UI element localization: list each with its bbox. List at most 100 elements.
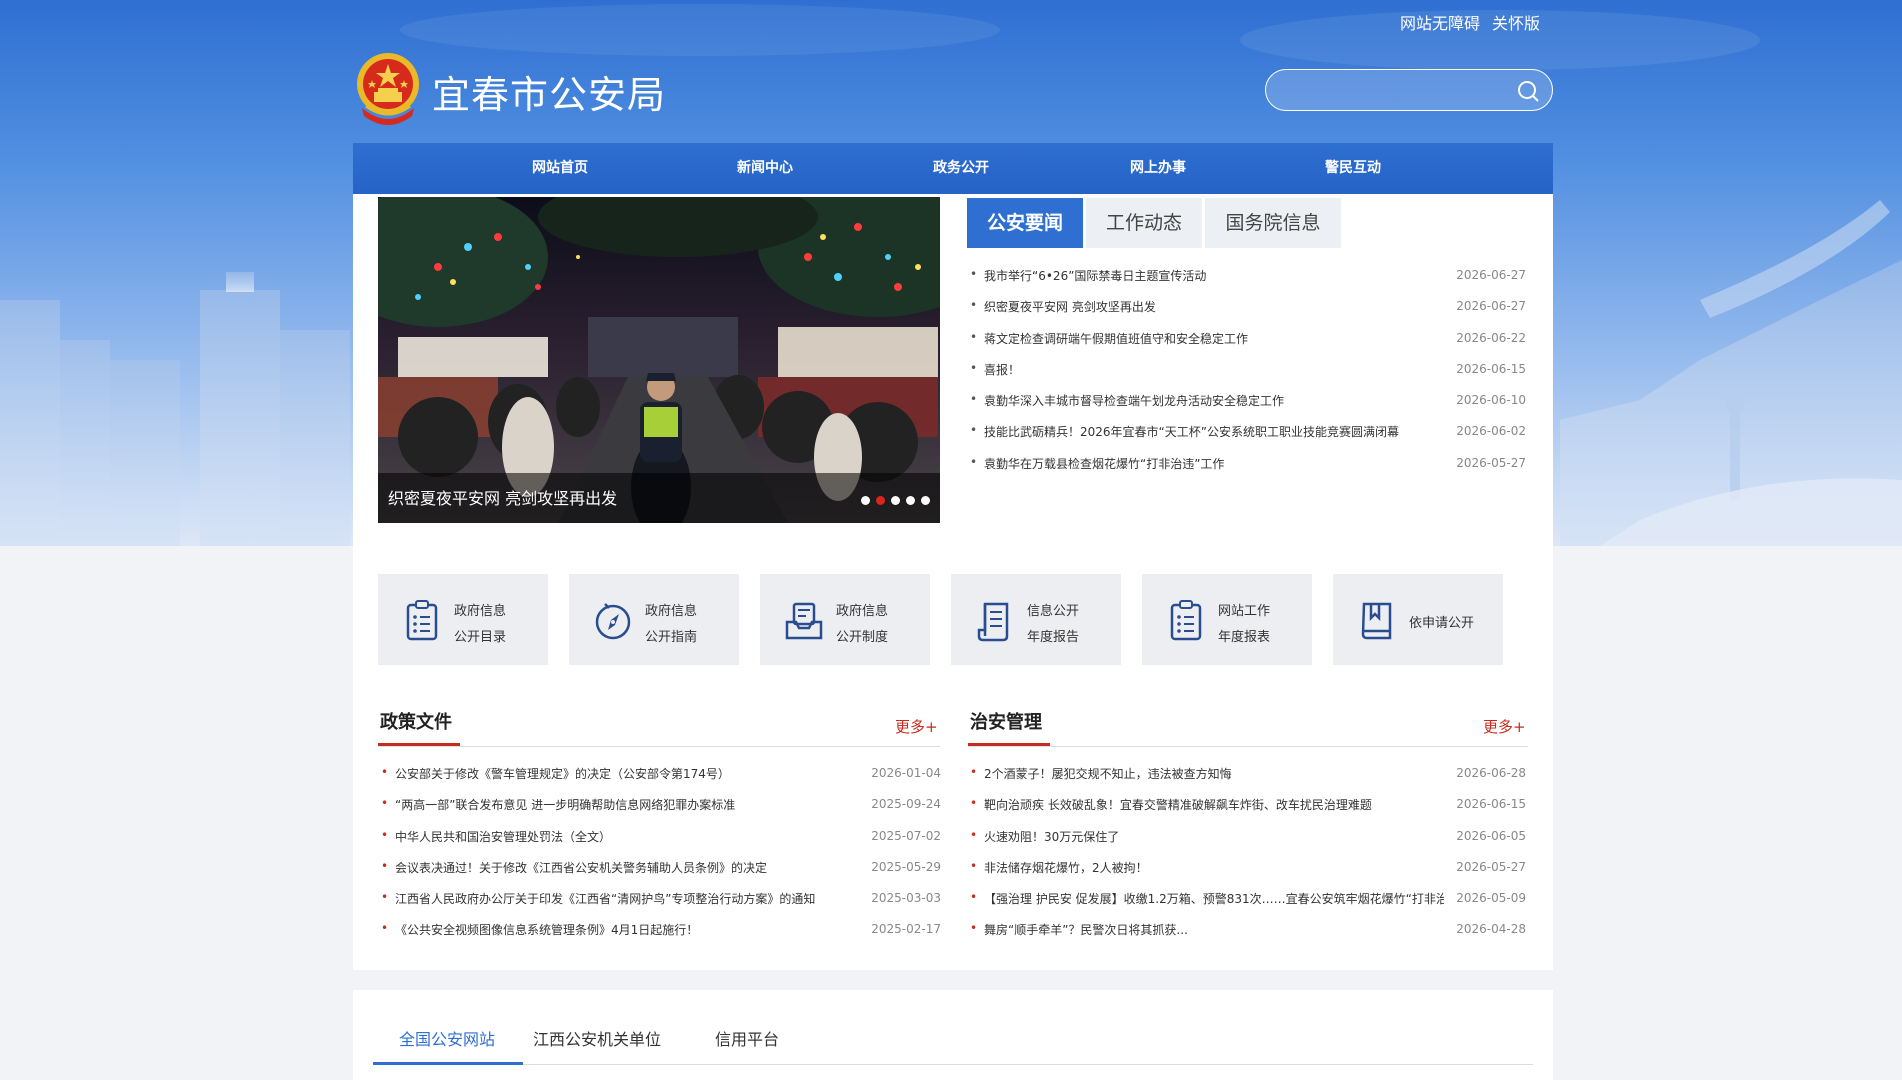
- policy-title: 公安部关于修改《警车管理规定》的决定（公安部令第174号）: [395, 767, 730, 781]
- divider: [378, 746, 940, 747]
- nav-news-center[interactable]: 新闻中心: [695, 143, 835, 194]
- elder-care-mode-link[interactable]: 关怀版: [1492, 10, 1540, 34]
- bullet: •: [970, 796, 978, 811]
- list-item[interactable]: • 江西省人民政府办公厅关于印发《江西省“清网护鸟”专项整治行动方案》的通知 202…: [381, 887, 941, 918]
- security-date: 2026-05-27: [1456, 859, 1526, 874]
- security-title: 2个酒蒙子！屡犯交规不知止，违法被查方知悔: [984, 767, 1232, 781]
- list-item[interactable]: • 火速劝阻！30万元保住了 2026-06-05: [970, 825, 1526, 856]
- list-item[interactable]: • “两高一部”联合发布意见 进一步明确帮助信息网络犯罪办案标准 2025-09-2…: [381, 793, 941, 824]
- nav-police-interaction[interactable]: 警民互动: [1283, 143, 1423, 194]
- list-item[interactable]: • 我市举行“6•26”国际禁毒日主题宣传活动 2026-06-27: [970, 262, 1526, 293]
- carousel-dot[interactable]: [861, 496, 870, 505]
- tab-work-updates[interactable]: 工作动态: [1086, 198, 1202, 248]
- search-input[interactable]: [1282, 78, 1502, 102]
- news-date: 2026-06-15: [1456, 361, 1526, 376]
- policy-date: 2025-02-17: [871, 922, 941, 937]
- nav-government-affairs[interactable]: 政务公开: [891, 143, 1031, 194]
- list-item[interactable]: • 织密夏夜平安网 亮剑攻坚再出发 2026-06-27: [970, 293, 1526, 324]
- security-title: 火速劝阻！30万元保住了: [984, 829, 1120, 844]
- bullet: •: [381, 765, 389, 779]
- news-date: 2026-06-02: [1456, 424, 1526, 439]
- card-label-line1: 政府信息: [454, 604, 507, 619]
- bookmark-book-icon: [1361, 602, 1392, 640]
- card-info-catalog[interactable]: 政府信息 公开目录: [378, 574, 548, 665]
- bullet: •: [970, 765, 978, 779]
- list-item[interactable]: • 喜报！ 2026-06-15: [970, 356, 1526, 387]
- news-date: 2026-06-22: [1456, 330, 1526, 345]
- news-title: 喜报！: [984, 362, 1021, 377]
- security-title: 非法储存烟花爆竹，2人被拘！: [984, 860, 1148, 875]
- security-title: 靶向治顽疾 长效破乱象！宜春交警精准破解飙车炸街、改车扰民治理难题: [984, 798, 1372, 813]
- card-website-report[interactable]: 网站工作 年度报表: [1142, 574, 1312, 665]
- bullet: •: [970, 267, 978, 281]
- section-underline: [968, 743, 1050, 746]
- bullet: •: [970, 298, 978, 313]
- news-date: 2026-05-27: [1456, 455, 1526, 470]
- policy-date: 2025-07-02: [871, 828, 941, 843]
- list-item[interactable]: • 袁勤华在万载县检查烟花爆竹“打非治违”工作 2026-05-27: [970, 450, 1526, 481]
- security-title: 【强治理 护民安 促发展】收缴1.2万箱、预警831次……宜春公安筑牢烟花爆竹“…: [984, 892, 1444, 907]
- divider: [968, 746, 1528, 747]
- security-date: 2026-06-05: [1456, 828, 1526, 843]
- security-more-link[interactable]: 更多+: [1483, 716, 1526, 737]
- bullet: •: [970, 827, 978, 842]
- card-label-line2: 公开目录: [454, 630, 507, 645]
- bullet: •: [970, 921, 978, 936]
- card-request-disclosure[interactable]: 依申请公开: [1333, 574, 1503, 665]
- card-annual-report[interactable]: 信息公开 年度报告: [951, 574, 1121, 665]
- list-item[interactable]: • 【强治理 护民安 促发展】收缴1.2万箱、预警831次……宜春公安筑牢烟花爆竹…: [970, 887, 1526, 918]
- security-section-title: 治安管理: [970, 712, 1042, 733]
- carousel-dot[interactable]: [891, 496, 900, 505]
- list-item[interactable]: • 2个酒蒙子！屡犯交规不知止，违法被查方知悔 2026-06-28: [970, 762, 1526, 793]
- policy-date: 2025-05-29: [871, 859, 941, 874]
- news-carousel[interactable]: 织密夏夜平安网 亮剑攻坚再出发: [378, 197, 940, 523]
- list-item[interactable]: • 《公共安全视频图像信息系统管理条例》4月1日起施行！ 2025-02-17: [381, 918, 941, 949]
- card-label-line2: 公开指南: [645, 630, 698, 645]
- carousel-dot[interactable]: [921, 496, 930, 505]
- tab-credit-platform[interactable]: 信用平台: [715, 1026, 779, 1050]
- tab-police-news[interactable]: 公安要闻: [967, 198, 1083, 248]
- security-date: 2026-06-15: [1456, 797, 1526, 812]
- list-item[interactable]: • 技能比武砺精兵！2026年宜春市“天工杯”公安系统职工职业技能竞赛圆满闭幕 20…: [970, 418, 1526, 449]
- card-info-system[interactable]: 政府信息 公开制度: [760, 574, 930, 665]
- list-item[interactable]: • 蒋文定检查调研端午假期值班值守和安全稳定工作 2026-06-22: [970, 325, 1526, 356]
- list-item[interactable]: • 会议表决通过！关于修改《江西省公安机关警务辅助人员条例》的决定 2025-05-…: [381, 856, 941, 887]
- tab-national-police-sites[interactable]: 全国公安网站: [399, 1026, 495, 1050]
- nav-home[interactable]: 网站首页: [490, 143, 630, 194]
- active-tab-underline: [373, 1062, 523, 1065]
- list-item[interactable]: • 公安部关于修改《警车管理规定》的决定（公安部令第174号） 2026-01-04: [381, 762, 941, 793]
- site-title: 宜春市公安局: [432, 73, 667, 117]
- card-label-line2: 公开制度: [836, 630, 889, 645]
- news-title: 技能比武砺精兵！2026年宜春市“天工杯”公安系统职工职业技能竞赛圆满闭幕: [984, 425, 1399, 440]
- policy-date: 2025-09-24: [871, 797, 941, 812]
- list-item[interactable]: • 靶向治顽疾 长效破乱象！宜春交警精准破解飙车炸街、改车扰民治理难题 2026-0…: [970, 793, 1526, 824]
- list-item[interactable]: • 中华人民共和国治安管理处罚法（全文） 2025-07-02: [381, 825, 941, 856]
- bullet: •: [970, 454, 978, 469]
- tab-state-council-info[interactable]: 国务院信息: [1205, 198, 1341, 248]
- policy-section-title: 政策文件: [380, 712, 452, 733]
- list-doc-icon: [1170, 600, 1202, 641]
- list-item[interactable]: • 非法储存烟花爆竹，2人被拘！ 2026-05-27: [970, 856, 1526, 887]
- card-label: 依申请公开: [1409, 616, 1475, 631]
- policy-more-link[interactable]: 更多+: [895, 716, 938, 737]
- carousel-dots: [861, 496, 930, 505]
- policy-title: 江西省人民政府办公厅关于印发《江西省“清网护鸟”专项整治行动方案》的通知: [395, 892, 816, 907]
- card-info-guide[interactable]: 政府信息 公开指南: [569, 574, 739, 665]
- carousel-caption[interactable]: 织密夏夜平安网 亮剑攻坚再出发: [388, 485, 617, 509]
- accessibility-link[interactable]: 网站无障碍: [1400, 10, 1480, 34]
- card-label-line1: 网站工作: [1218, 604, 1271, 619]
- top-links: 网站无障碍 关怀版: [1400, 10, 1540, 34]
- compass-icon: [595, 603, 631, 640]
- search-icon[interactable]: [1516, 79, 1540, 103]
- news-date: 2026-06-27: [1456, 299, 1526, 314]
- list-item[interactable]: • 袁勤华深入丰城市督导检查端午划龙舟活动安全稳定工作 2026-06-10: [970, 387, 1526, 418]
- tray-doc-icon: [785, 602, 823, 640]
- national-emblem-icon: [357, 53, 419, 125]
- carousel-dot-active[interactable]: [876, 496, 885, 505]
- divider: [373, 1064, 1533, 1065]
- nav-online-services[interactable]: 网上办事: [1088, 143, 1228, 194]
- carousel-dot[interactable]: [906, 496, 915, 505]
- policy-title: 中华人民共和国治安管理处罚法（全文）: [395, 829, 612, 844]
- list-item[interactable]: • 舞房“顺手牵羊”？民警次日将其抓获... 2026-04-28: [970, 918, 1526, 949]
- tab-jiangxi-police-units[interactable]: 江西公安机关单位: [533, 1026, 661, 1050]
